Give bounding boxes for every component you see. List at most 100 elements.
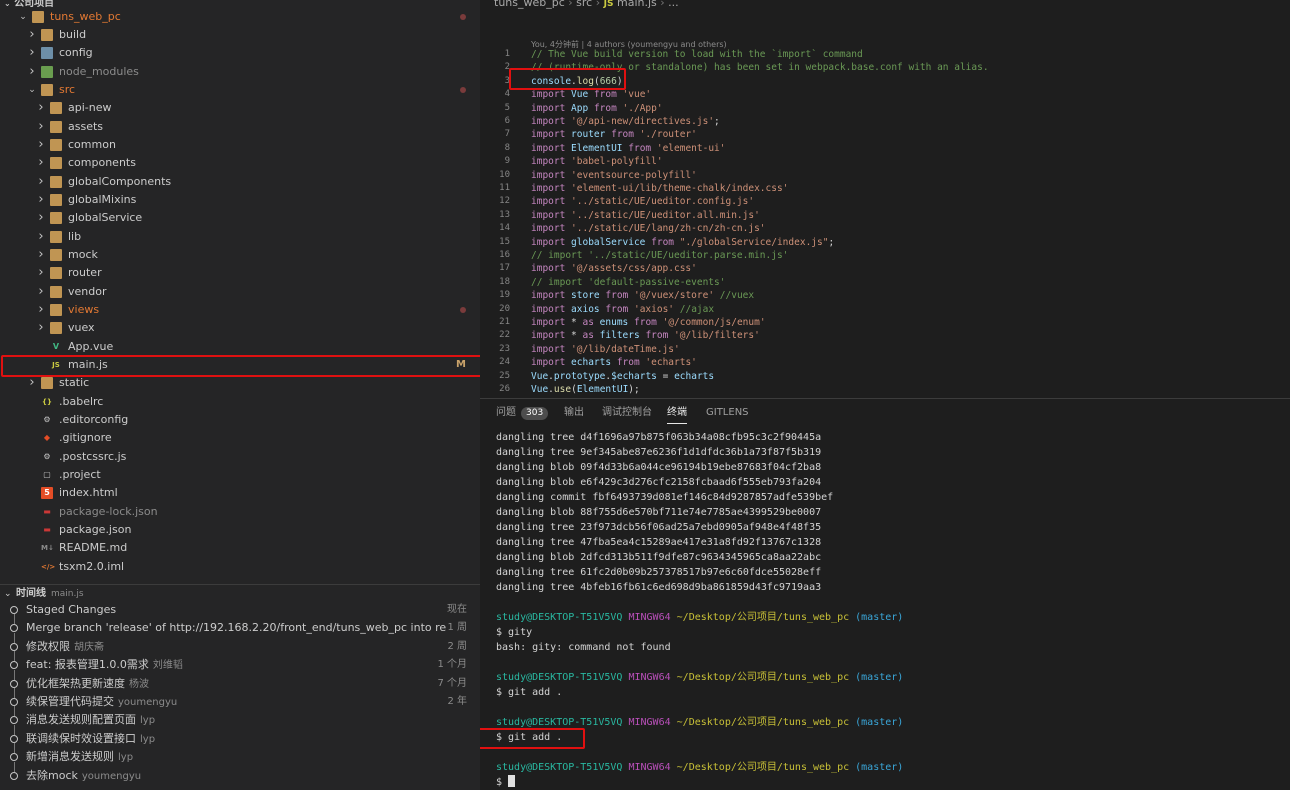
commit-icon xyxy=(10,734,18,743)
tree-item-mock[interactable]: › mock xyxy=(0,246,480,264)
tree-item-api-new[interactable]: › api-new xyxy=(0,99,480,117)
breadcrumb-src[interactable]: src xyxy=(576,0,592,9)
chevron-right-icon[interactable]: › xyxy=(36,191,46,209)
timeline-entry[interactable]: 修改权限 胡庆斋 2 周 xyxy=(0,632,480,656)
tree-item-postcssrc-js[interactable]: ⚙ .postcssrc.js xyxy=(0,448,480,466)
tree-item-gitignore[interactable]: ◆ .gitignore xyxy=(0,429,480,447)
chevron-right-icon[interactable]: › xyxy=(36,301,46,319)
tree-item-tsxm2-0-iml[interactable]: </> tsxm2.0.iml xyxy=(0,558,480,576)
tree-item-readme-md[interactable]: M↓ README.md xyxy=(0,539,480,557)
panel-tab-0[interactable]: 问题 303 xyxy=(496,403,549,423)
chevron-right-icon[interactable]: › xyxy=(36,246,46,264)
panel-tab-label: 终端 xyxy=(667,407,687,418)
tree-item-package-lock-json[interactable]: ▬ package-lock.json xyxy=(0,503,480,521)
tree-item-app-vue[interactable]: V App.vue xyxy=(0,338,480,356)
prompt-user: study@DESKTOP-T51V5VQ xyxy=(496,717,623,728)
chevron-right-icon[interactable]: › xyxy=(36,264,46,282)
breadcrumb: tuns_web_pc › src › JS main.js › ... xyxy=(494,0,679,9)
tree-item-label: assets xyxy=(68,120,104,133)
tree-item-package-json[interactable]: ▬ package.json xyxy=(0,521,480,539)
prompt-env: MINGW64 xyxy=(628,717,671,728)
line-number: 11 xyxy=(499,183,510,193)
tree-item-build[interactable]: › build xyxy=(0,26,480,44)
line-number: 24 xyxy=(499,357,510,368)
line-number: 20 xyxy=(499,303,510,314)
line-number: 26 xyxy=(499,384,510,394)
chevron-right-icon[interactable]: › xyxy=(36,228,46,246)
terminal-prompt: study@DESKTOP-T51V5VQ MINGW64 ~/Desktop/… xyxy=(496,760,903,775)
chevron-down-icon[interactable]: ⌄ xyxy=(27,81,37,99)
timeline-header[interactable]: ⌄ 时间线 main.js xyxy=(0,584,480,602)
timeline-entry[interactable]: Staged Changes 现在 xyxy=(0,601,480,619)
breadcrumb-project[interactable]: tuns_web_pc xyxy=(494,0,565,9)
tree-item-config[interactable]: › config xyxy=(0,44,480,62)
panel-tab-3[interactable]: 终端 xyxy=(667,403,687,424)
tree-item-globalmixins[interactable]: › globalMixins xyxy=(0,191,480,209)
breadcrumb-more[interactable]: ... xyxy=(668,0,679,9)
tree-item-src[interactable]: ⌄ src xyxy=(0,81,480,99)
timeline-entry[interactable]: 去除mock youmengyu xyxy=(0,761,480,785)
timeline-entry-author: lyp xyxy=(140,733,156,745)
timeline-entry-author: youmengyu xyxy=(81,770,142,782)
timeline-entry[interactable]: feat: 报表管理1.0.0需求 刘维韬 1 个月 xyxy=(0,651,480,674)
tree-item-router[interactable]: › router xyxy=(0,264,480,282)
tree-item-views[interactable]: › views xyxy=(0,301,480,319)
tree-item-node-modules[interactable]: › node_modules xyxy=(0,63,480,81)
chevron-right-icon[interactable]: › xyxy=(36,99,46,117)
chevron-right-icon[interactable]: › xyxy=(36,319,46,337)
chevron-right-icon[interactable]: › xyxy=(36,173,46,191)
panel-tab-label: 输出 xyxy=(564,407,584,418)
commit-icon xyxy=(10,679,18,688)
prompt-user: study@DESKTOP-T51V5VQ xyxy=(496,672,623,683)
folder-open-icon xyxy=(41,84,53,96)
chevron-right-icon[interactable]: › xyxy=(27,63,37,81)
chevron-right-icon[interactable]: › xyxy=(36,118,46,136)
tree-item-tuns-web-pc[interactable]: ⌄ tuns_web_pc xyxy=(0,8,480,26)
timeline-entry[interactable]: 续保管理代码提交 youmengyu 2 年 xyxy=(0,688,480,711)
breadcrumb-file[interactable]: main.js xyxy=(617,0,657,9)
terminal-output-line: dangling tree 61fc2d0b09b257378517b97e6c… xyxy=(496,567,822,578)
line-number: 10 xyxy=(499,169,510,180)
folder-icon xyxy=(41,29,53,41)
line-number: 6 xyxy=(504,116,510,126)
timeline-entry[interactable]: 联调续保时效设置接口 lyp xyxy=(0,724,480,748)
terminal-output-line: dangling commit fbf6493739d081ef146c84d9… xyxy=(496,492,834,503)
panel-tab-label: 调试控制台 xyxy=(602,407,652,418)
tree-item-project[interactable]: ▢ .project xyxy=(0,466,480,484)
terminal-input-line[interactable]: $ xyxy=(496,775,903,790)
chevron-right-icon[interactable]: › xyxy=(36,154,46,172)
tree-item-common[interactable]: › common xyxy=(0,136,480,154)
tree-item-vuex[interactable]: › vuex xyxy=(0,319,480,337)
panel-tab-4[interactable]: GITLENS xyxy=(706,403,749,423)
timeline-entry[interactable]: 新增消息发送规则 lyp xyxy=(0,743,480,766)
chevron-right-icon[interactable]: › xyxy=(36,283,46,301)
terminal-output-line: dangling blob 2dfcd313b511f9dfe87c963434… xyxy=(496,552,822,563)
tree-item-babelrc[interactable]: {} .babelrc xyxy=(0,393,480,411)
tree-item-components[interactable]: › components xyxy=(0,154,480,172)
panel-tab-2[interactable]: 调试控制台 xyxy=(602,403,652,423)
chevron-right-icon[interactable]: › xyxy=(36,209,46,227)
code-editor[interactable]: You, 4分钟前 | 4 authors (youmengyu and oth… xyxy=(480,36,1290,396)
chevron-right-icon[interactable]: › xyxy=(27,26,37,44)
timeline-entry-time: 1 个月 xyxy=(437,659,467,671)
tree-item-assets[interactable]: › assets xyxy=(0,118,480,136)
line-number: 15 xyxy=(499,236,510,247)
code-text: import store from '@/vuex/store' //vuex xyxy=(531,290,755,302)
tree-item-lib[interactable]: › lib xyxy=(0,228,480,246)
panel-tab-1[interactable]: 输出 xyxy=(564,403,584,423)
tree-item-globalservice[interactable]: › globalService xyxy=(0,209,480,227)
chevron-right-icon[interactable]: › xyxy=(36,136,46,154)
chevron-right-icon[interactable]: › xyxy=(27,44,37,62)
tree-item-vendor[interactable]: › vendor xyxy=(0,283,480,301)
timeline-entry[interactable]: Merge branch 'release' of http://192.168… xyxy=(0,614,480,637)
code-text: import '@/assets/css/app.css' xyxy=(531,263,697,275)
chevron-down-icon[interactable]: ⌄ xyxy=(18,8,28,26)
tree-item-globalcomponents[interactable]: › globalComponents xyxy=(0,173,480,191)
explorer-section-header[interactable]: ⌄ 公司项目 xyxy=(0,0,480,8)
tree-item-editorconfig[interactable]: ⚙ .editorconfig xyxy=(0,411,480,429)
timeline-entry[interactable]: 消息发送规则配置页面 lyp xyxy=(0,706,480,729)
modified-dot-icon xyxy=(460,87,466,93)
timeline-entry[interactable]: 优化框架热更新速度 杨波 7 个月 xyxy=(0,669,480,693)
tree-item-index-html[interactable]: 5 index.html xyxy=(0,484,480,502)
tree-item-label: package-lock.json xyxy=(59,505,158,518)
